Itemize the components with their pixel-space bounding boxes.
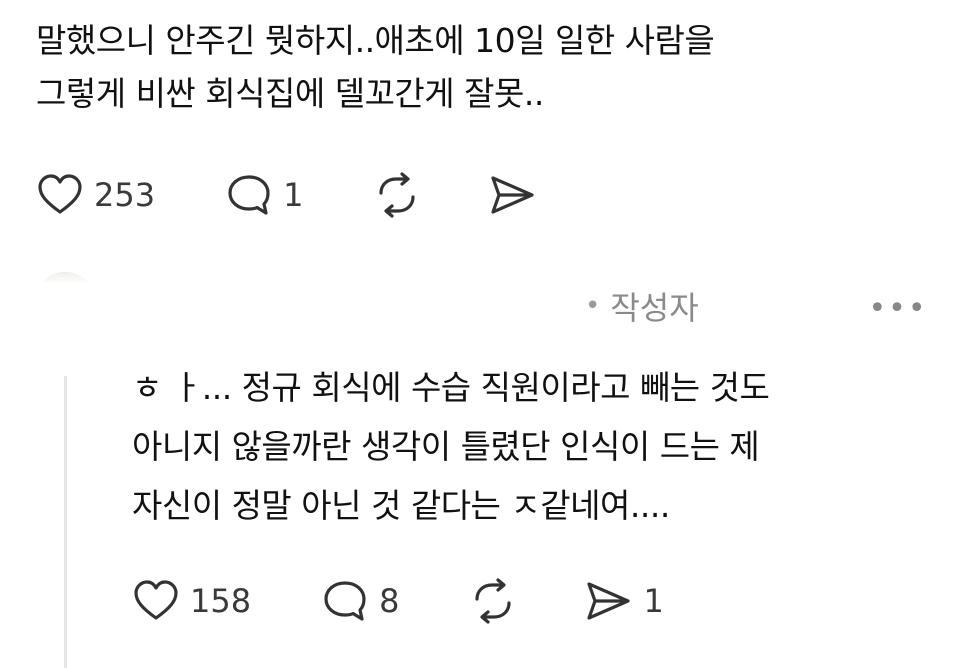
thread-line xyxy=(64,376,67,668)
post-repost-button[interactable] xyxy=(371,171,423,219)
send-icon xyxy=(491,176,535,214)
post-line: 말했으니 안주긴 뭣하지..애초에 10일 일한 사람을 xyxy=(36,21,715,60)
repost-icon xyxy=(475,578,512,624)
reply-share-button[interactable]: 1 xyxy=(583,577,664,625)
post-line: 그렇게 비싼 회식집에 델꼬간게 잘못.. xyxy=(36,74,544,113)
comment-icon xyxy=(228,175,270,215)
post-share-button[interactable] xyxy=(487,171,537,219)
ellipsis-icon: ••• xyxy=(868,290,928,326)
reply-like-count: 158 xyxy=(190,582,252,620)
separator-dot: • xyxy=(585,291,601,321)
reply-body: ㅎ ㅏ... 정규 회식에 수습 직원이라고 빼는 것도 아니지 않을까란 생각… xyxy=(132,358,942,535)
reply-line: 아니지 않을까란 생각이 틀렸단 인식이 드는 제 xyxy=(132,427,760,466)
author-badge: 작성자 xyxy=(610,289,699,327)
heart-icon xyxy=(134,580,178,620)
reply-line: 자신이 정말 아닌 것 같다는 ㅈ같네여.... xyxy=(132,486,670,525)
send-icon xyxy=(587,582,631,620)
more-options-button[interactable]: ••• xyxy=(868,290,925,326)
post-body: 말했으니 안주긴 뭣하지..애초에 10일 일한 사람을 그렇게 비싼 회식집에… xyxy=(36,14,936,120)
reply-share-count: 1 xyxy=(643,582,664,620)
reply-comment-count: 8 xyxy=(379,582,400,620)
redacted-username xyxy=(0,282,600,346)
post-actions: 253 1 xyxy=(36,170,537,220)
repost-icon xyxy=(379,172,416,218)
post-comment-count: 1 xyxy=(283,176,304,214)
reply-like-button[interactable]: 158 xyxy=(132,577,251,625)
heart-icon xyxy=(38,174,82,214)
post-comment-button[interactable]: 1 xyxy=(225,171,303,219)
reply-actions: 158 8 1 xyxy=(132,576,664,626)
reply-line: ㅎ ㅏ... 정규 회식에 수습 직원이라고 빼는 것도 xyxy=(132,368,770,407)
post-like-button[interactable]: 253 xyxy=(36,171,155,219)
comment-icon xyxy=(324,581,366,621)
reply-repost-button[interactable] xyxy=(467,577,519,625)
post-like-count: 253 xyxy=(94,176,156,214)
author-meta: • 작성자 xyxy=(585,284,699,328)
reply-comment-button[interactable]: 8 xyxy=(321,577,399,625)
